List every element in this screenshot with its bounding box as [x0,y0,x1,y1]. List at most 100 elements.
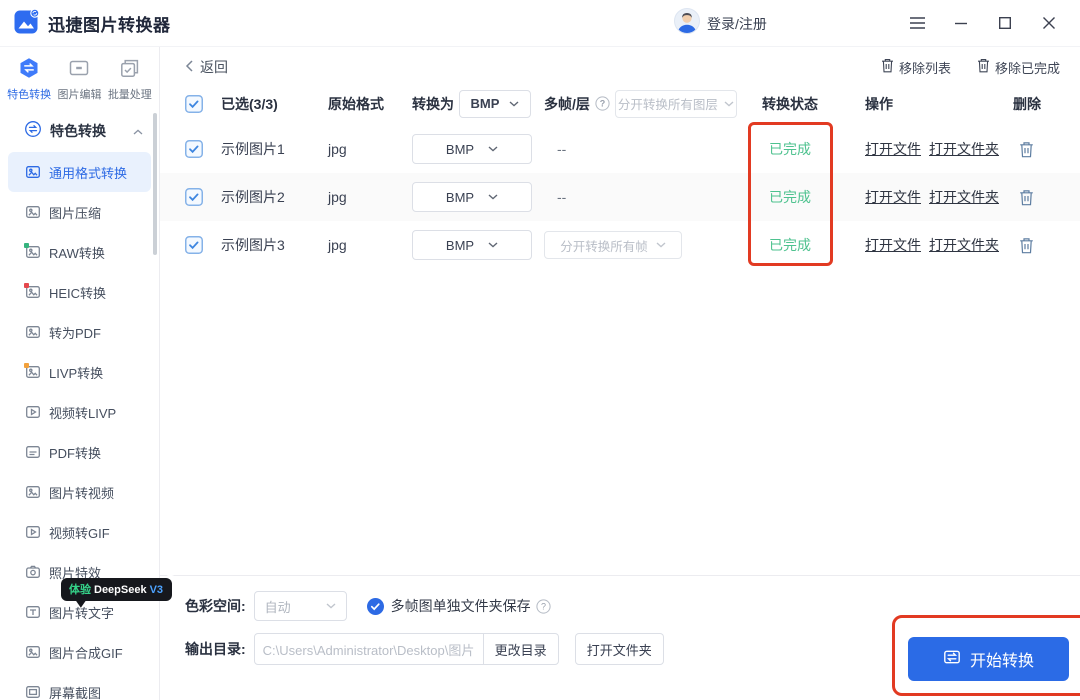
app-logo-icon [14,8,40,39]
pdf-convert-icon [25,444,41,460]
target-format-dropdown[interactable]: BMP [412,134,532,164]
sidebar-item-raw-convert[interactable]: RAW转换 [0,232,159,272]
image-compress-icon [25,204,41,220]
sidebar-group-feature-convert[interactable]: 特色转换 [0,112,159,150]
remove-list-button[interactable]: 移除列表 [881,58,951,77]
menu-icon[interactable] [908,14,926,32]
sidebar-item-label: 视频转GIF [49,523,110,542]
sidebar-item-livp-convert[interactable]: LIVP转换 [0,352,159,392]
sidebar-tabs: 特色转换 图片编辑 批量处理 [0,47,159,106]
file-name: 示例图片1 [221,139,328,159]
app-title: 迅捷图片转换器 [48,11,171,36]
change-dir-button[interactable]: 更改目录 [483,633,559,665]
multiframe-save-label: 多帧图单独文件夹保存 [391,596,531,616]
sidebar-item-image-to-video[interactable]: 图片转视频 [0,472,159,512]
svg-text:?: ? [541,601,546,611]
col-multiframe: 多帧/层 [544,94,590,114]
delete-row-button[interactable] [1019,237,1069,254]
convert-to-all-dropdown[interactable]: BMP [459,90,531,118]
source-format: jpg [328,189,412,205]
color-space-label: 色彩空间: [185,596,246,616]
maximize-icon[interactable] [996,14,1014,32]
sidebar-item-pdf-convert[interactable]: PDF转换 [0,432,159,472]
general-format-convert-icon [25,164,41,180]
color-space-dropdown[interactable]: 自动 [254,591,347,621]
row-checkbox[interactable] [185,140,221,158]
open-file-link[interactable]: 打开文件 [865,235,921,255]
app-brand: 迅捷图片转换器 [14,8,171,39]
sidebar-item-images-to-gif[interactable]: 图片合成GIF [0,632,159,672]
open-folder-link[interactable]: 打开文件夹 [929,187,999,207]
multiframe-save-checkbox[interactable] [367,598,384,615]
sidebar-item-label: 图片压缩 [49,203,101,222]
livp-convert-icon [25,364,41,380]
images-to-gif-icon [25,644,41,660]
minimize-icon[interactable] [952,14,970,32]
open-output-folder-button[interactable]: 打开文件夹 [575,633,664,665]
target-format-dropdown[interactable]: BMP [412,182,532,212]
open-folder-link[interactable]: 打开文件夹 [929,139,999,159]
open-file-link[interactable]: 打开文件 [865,139,921,159]
trash-icon [881,58,894,76]
multiframe-all-dropdown[interactable]: 分开转换所有图层 [615,90,737,118]
chevron-left-icon [185,59,193,75]
tab-image-edit[interactable]: 图片编辑 [57,56,101,102]
remove-completed-button[interactable]: 移除已完成 [977,58,1060,77]
file-list: 示例图片1 jpg BMP -- 已完成 打开文件 打开文件夹 [160,125,1080,269]
target-format-value: BMP [446,142,474,157]
svg-text:?: ? [600,99,606,109]
sidebar-item-label: PDF转换 [49,443,101,462]
target-format-value: BMP [446,238,474,253]
deepseek-badge-version: V3 [150,584,163,596]
deepseek-badge-prefix: 体验 [69,584,91,596]
table-row: 示例图片1 jpg BMP -- 已完成 打开文件 打开文件夹 [160,125,1080,173]
sidebar-item-heic-convert[interactable]: HEIC转换 [0,272,159,312]
sidebar-scrollbar[interactable] [153,113,157,255]
sidebar-item-video-to-gif[interactable]: 视频转GIF [0,512,159,552]
sidebar-item-label: 屏幕截图 [49,683,101,700]
delete-row-button[interactable] [1019,141,1069,158]
row-checkbox[interactable] [185,188,221,206]
row-checkbox[interactable] [185,236,221,254]
convert-icon [943,648,961,671]
batch-process-icon [118,56,142,83]
sidebar-item-to-pdf[interactable]: 转为PDF [0,312,159,352]
login-register[interactable]: 登录/注册 [674,0,767,47]
close-icon[interactable] [1040,14,1058,32]
screenshot-icon [25,684,41,700]
remove-list-label: 移除列表 [899,58,951,77]
image-to-text-icon [25,604,41,620]
back-button[interactable]: 返回 [185,57,228,77]
sidebar-item-general-format-convert[interactable]: 通用格式转换 [8,152,151,192]
start-convert-button[interactable]: 开始转换 [908,637,1069,681]
save-help-icon[interactable]: ? [536,599,551,614]
video-to-gif-icon [25,524,41,540]
target-format-dropdown[interactable]: BMP [412,230,532,260]
main-content: 返回 移除列表 移除已完成 [160,47,1080,700]
back-label: 返回 [200,57,228,77]
output-dir-input[interactable] [254,633,484,665]
tab-batch-process[interactable]: 批量处理 [108,56,152,102]
deepseek-badge[interactable]: 体验DeepSeekV3 [61,578,172,601]
table-row: 示例图片2 jpg BMP -- 已完成 打开文件 打开文件夹 [160,173,1080,221]
photo-effects-icon [25,564,41,580]
sidebar-item-label: LIVP转换 [49,363,103,382]
multiframe-value: 分开转换所有帧 [560,236,648,255]
open-folder-link[interactable]: 打开文件夹 [929,235,999,255]
multiframe-dropdown[interactable]: 分开转换所有帧 [544,231,682,259]
sidebar-item-video-to-livp[interactable]: 视频转LIVP [0,392,159,432]
group-label: 特色转换 [50,121,133,141]
select-all-checkbox[interactable] [185,95,221,113]
login-label[interactable]: 登录/注册 [707,14,767,34]
col-delete: 删除 [1009,94,1069,114]
open-file-link[interactable]: 打开文件 [865,187,921,207]
tab-feature-convert[interactable]: 特色转换 [7,56,51,102]
source-format: jpg [328,141,412,157]
sidebar-item-screenshot[interactable]: 屏幕截图 [0,672,159,700]
delete-row-button[interactable] [1019,189,1069,206]
col-selected: 已选(3/3) [221,94,328,114]
tab-label: 批量处理 [108,86,152,102]
target-format-value: BMP [446,190,474,205]
sidebar-item-image-compress[interactable]: 图片压缩 [0,192,159,232]
multiframe-help-icon[interactable]: ? [595,96,610,111]
